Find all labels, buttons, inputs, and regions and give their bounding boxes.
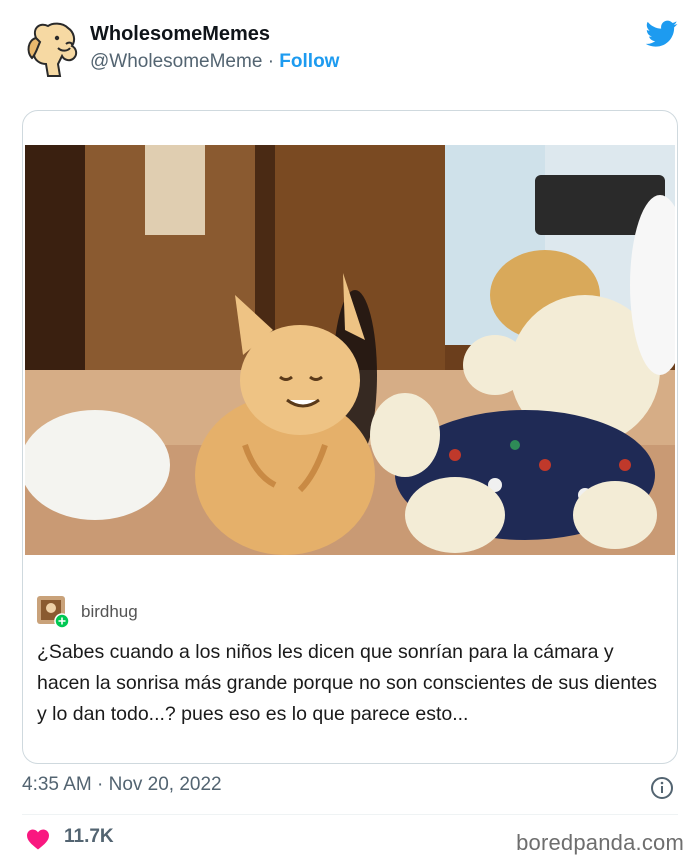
divider [22, 814, 678, 815]
kitten-photo[interactable] [25, 145, 675, 555]
heart-icon[interactable] [26, 828, 50, 850]
embedded-post[interactable]: birdhug ¿Sabes cuando a los niños les di… [22, 110, 678, 764]
follow-button[interactable]: Follow [279, 51, 339, 72]
account-handle[interactable]: @WholesomeMeme [90, 51, 262, 72]
watermark: boredpanda.com [516, 830, 684, 855]
timestamp[interactable]: 4:35 AM · Nov 20, 2022 [22, 774, 222, 796]
author-name[interactable]: birdhug [81, 602, 138, 622]
handle-row: @WholesomeMeme · Follow [90, 51, 339, 73]
tweet-card: WholesomeMemes @WholesomeMeme · Follow b… [0, 0, 700, 866]
info-icon[interactable] [650, 776, 674, 800]
author-avatar[interactable] [37, 596, 69, 628]
post-text: ¿Sabes cuando a los niños les dicen que … [37, 641, 658, 725]
dog-avatar[interactable] [22, 18, 82, 78]
like-count[interactable]: 11.7K [64, 826, 114, 848]
account-name[interactable]: WholesomeMemes [90, 23, 270, 46]
twitter-bird-icon[interactable] [646, 20, 678, 48]
separator-dot: · [267, 51, 275, 72]
